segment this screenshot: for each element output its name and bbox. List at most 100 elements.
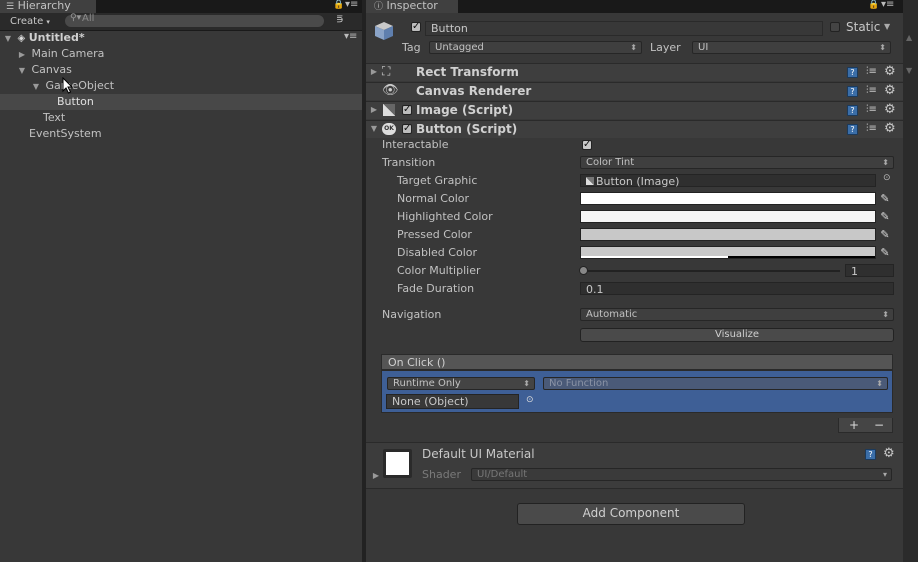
eyedropper-icon[interactable]: ✎ [879, 228, 891, 241]
button-script-icon: OK [382, 123, 396, 135]
object-picker-icon[interactable]: ⊙ [883, 173, 891, 183]
color-multiplier-input[interactable]: 1 [845, 264, 894, 278]
hierarchy-item-main-camera[interactable]: ▶ Main Camera [0, 46, 362, 62]
component-canvas-renderer[interactable]: 👁 Canvas Renderer ? ⫶≡ ⚙ [366, 82, 903, 100]
help-icon[interactable]: ? [847, 86, 858, 97]
layer-label: Layer [650, 41, 681, 54]
target-object-field[interactable]: None (Object) [386, 394, 519, 409]
filter-icon[interactable]: ⋾ [336, 13, 344, 26]
gear-icon[interactable]: ⚙ [883, 447, 895, 460]
presets-icon[interactable]: ⫶≡ [866, 66, 877, 78]
component-button[interactable]: ▼ OK ✓ Button (Script) ? ⫶≡ ⚙ [366, 120, 903, 138]
dropdown-arrows-icon: ⬍ [876, 379, 883, 388]
shader-label: Shader [422, 468, 461, 481]
color-multiplier-slider-thumb[interactable] [579, 266, 588, 275]
highlighted-color-swatch[interactable] [580, 210, 876, 223]
presets-icon[interactable]: ⫶≡ [866, 123, 877, 135]
eyedropper-icon[interactable]: ✎ [879, 246, 891, 259]
visualize-button[interactable]: Visualize [580, 328, 894, 342]
image-asset-icon [586, 177, 594, 185]
component-rect-transform[interactable]: ▶ ⛶ Rect Transform ? ⫶≡ ⚙ [366, 63, 903, 81]
object-picker-icon[interactable]: ⊙ [526, 395, 534, 405]
disabled-color-swatch[interactable] [580, 246, 876, 259]
color-multiplier-slider-track[interactable] [583, 270, 840, 272]
eye-icon: 👁 [382, 83, 399, 98]
image-enabled-checkbox[interactable]: ✓ [402, 105, 412, 115]
expand-triangle-icon: ▼ [4, 34, 12, 43]
panel-menu-icon[interactable]: ▾≡ [345, 0, 358, 10]
help-icon[interactable]: ? [865, 449, 876, 460]
material-preview-swatch [383, 449, 412, 478]
transition-label: Transition [382, 156, 436, 169]
gear-icon[interactable]: ⚙ [884, 84, 896, 97]
image-script-icon [383, 104, 395, 116]
dropdown-arrows-icon: ⬍ [630, 43, 637, 52]
component-title: Canvas Renderer [416, 84, 532, 98]
interactable-checkbox[interactable]: ✓ [582, 140, 592, 150]
pressed-color-swatch[interactable] [580, 228, 876, 241]
normal-color-swatch[interactable] [580, 192, 876, 205]
mouse-cursor-icon [62, 77, 74, 94]
hierarchy-item-button[interactable]: Button [0, 94, 362, 110]
hierarchy-item-eventsystem[interactable]: EventSystem [0, 126, 362, 142]
fade-duration-input[interactable]: 0.1 [580, 282, 894, 296]
help-icon[interactable]: ? [847, 124, 858, 135]
scene-menu-icon[interactable]: ▾≡ [344, 31, 357, 42]
create-button[interactable]: Create ▾ [10, 14, 50, 30]
presets-icon[interactable]: ⫶≡ [866, 104, 877, 116]
chevron-down-icon[interactable]: ▼ [884, 22, 890, 31]
hierarchy-item-canvas[interactable]: ▼ Canvas [0, 62, 362, 78]
add-component-button[interactable]: Add Component [517, 503, 745, 525]
gear-icon[interactable]: ⚙ [884, 103, 896, 116]
tree-item-label: Button [57, 95, 94, 108]
transition-dropdown[interactable]: Color Tint ⬍ [580, 156, 894, 169]
navigation-dropdown[interactable]: Automatic ⬍ [580, 308, 894, 321]
presets-icon[interactable]: ⫶≡ [866, 85, 877, 97]
on-click-header: On Click () [381, 354, 893, 370]
expand-triangle-icon: ▼ [18, 66, 26, 75]
collapsed-triangle-icon[interactable]: ▶ [370, 471, 382, 480]
help-icon[interactable]: ? [847, 67, 858, 78]
help-icon[interactable]: ? [847, 105, 858, 116]
dropdown-arrows-icon: ⬍ [879, 43, 886, 52]
shader-dropdown[interactable]: UI/Default ▾ [471, 468, 892, 481]
hierarchy-item-gameobject[interactable]: ▼ GameObject [0, 78, 362, 94]
tag-label: Tag [402, 41, 421, 54]
object-name-field[interactable]: Button [425, 21, 823, 36]
chevron-down-icon[interactable]: ▼ [906, 66, 912, 75]
hierarchy-search-input[interactable]: ⚲▾ All [64, 13, 325, 28]
remove-event-button[interactable]: − [874, 418, 884, 432]
create-button-label: Create [10, 16, 44, 27]
button-enabled-checkbox[interactable]: ✓ [402, 124, 412, 134]
eyedropper-icon[interactable]: ✎ [879, 210, 891, 223]
tag-dropdown[interactable]: Untagged ⬍ [429, 41, 642, 54]
add-event-button[interactable]: + [849, 418, 859, 432]
function-dropdown[interactable]: No Function ⬍ [543, 377, 888, 390]
eyedropper-icon[interactable]: ✎ [879, 192, 891, 205]
collapsed-triangle-icon: ▶ [18, 50, 26, 59]
target-graphic-field[interactable]: Button (Image) [580, 174, 876, 188]
info-icon: ⓘ [374, 2, 384, 12]
runtime-dropdown[interactable]: Runtime Only ⬍ [387, 377, 535, 390]
gear-icon[interactable]: ⚙ [884, 122, 896, 135]
hierarchy-item-text[interactable]: Text [0, 110, 362, 126]
lock-icon[interactable]: 🔒 [868, 0, 879, 10]
panel-menu-icon[interactable]: ▾≡ [881, 0, 894, 10]
dropdown-arrows-icon: ⬍ [882, 158, 889, 167]
hierarchy-tab[interactable]: ☰ Hierarchy [0, 0, 96, 13]
scene-row[interactable]: ▼ ◈ Untitled* [0, 30, 362, 46]
gear-icon[interactable]: ⚙ [884, 65, 896, 78]
component-image[interactable]: ▶ ✓ Image (Script) ? ⫶≡ ⚙ [366, 101, 903, 119]
disabled-color-label: Disabled Color [397, 246, 478, 259]
lock-icon[interactable]: 🔒 [333, 0, 344, 10]
inspector-tab[interactable]: ⓘ Inspector [366, 0, 458, 13]
layer-dropdown[interactable]: UI ⬍ [692, 41, 891, 54]
component-title: Rect Transform [416, 65, 519, 79]
collapsed-triangle-icon: ▶ [370, 105, 378, 114]
highlighted-color-label: Highlighted Color [397, 210, 493, 223]
expand-triangle-icon: ▼ [370, 124, 378, 133]
expand-triangle-icon: ▼ [32, 82, 40, 91]
active-checkbox[interactable]: ✓ [411, 22, 421, 32]
static-checkbox[interactable] [830, 22, 840, 32]
chevron-up-icon[interactable]: ▲ [906, 33, 912, 42]
